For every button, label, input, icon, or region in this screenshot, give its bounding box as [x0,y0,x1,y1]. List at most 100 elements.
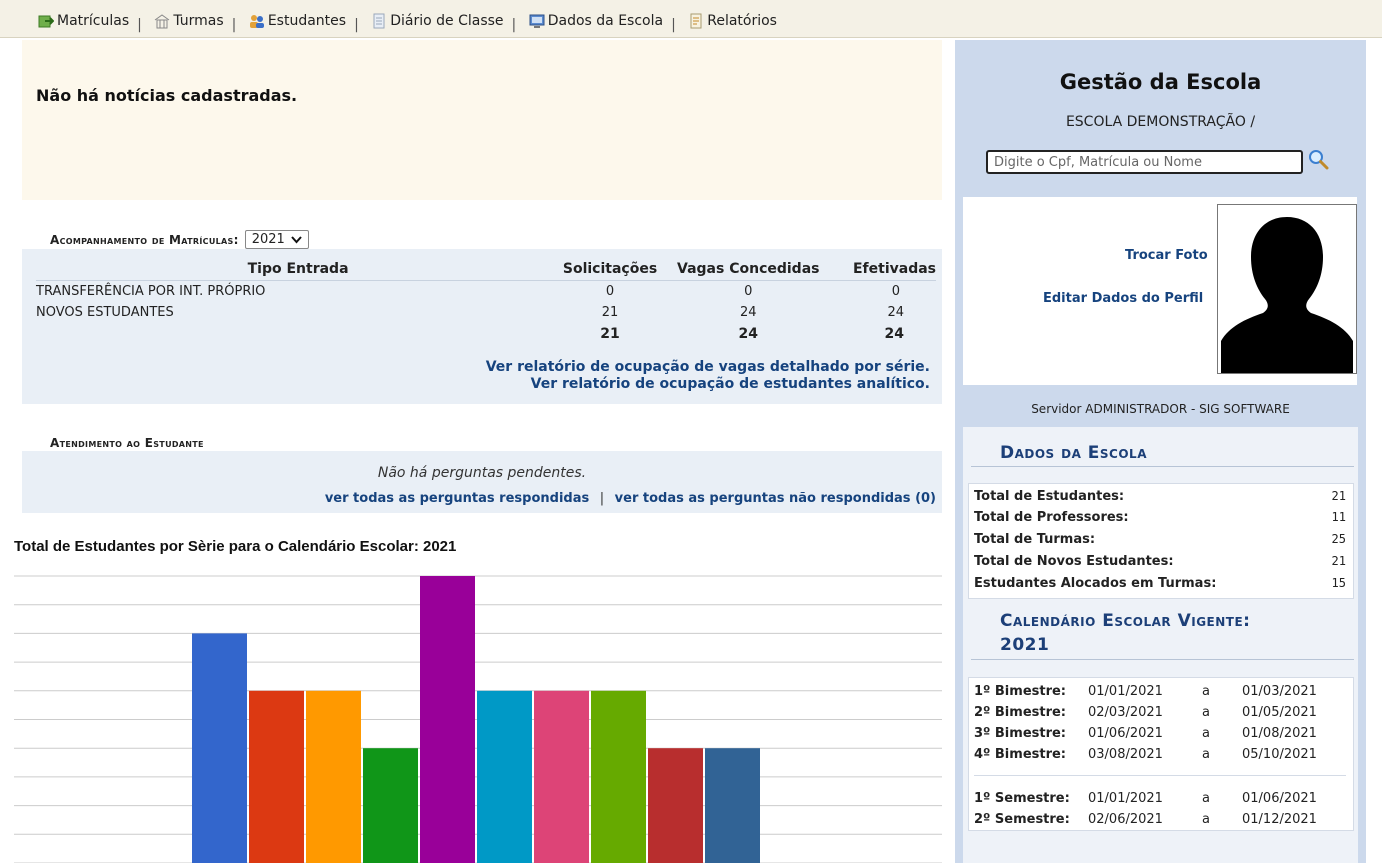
chart-bar[interactable] [420,576,475,863]
period-name: 2º Semestre: [974,812,1070,827]
change-photo-link[interactable]: Trocar Foto [1125,248,1208,263]
period-end: 01/06/2021 [1242,791,1317,806]
calendar-row: 2º Semestre: 02/06/2021 a 01/12/2021 [974,812,1352,830]
stat-value: 25 [1331,532,1346,546]
server-user-info: Servidor ADMINISTRADOR - SIG SOFTWARE [1031,402,1290,416]
calendar-row: 2º Bimestre: 02/03/2021 a 01/05/2021 [974,705,1352,723]
granted-count: 0 [744,284,753,299]
entry-type: NOVOS ESTUDANTES [36,305,174,320]
chart-bar[interactable] [477,690,532,863]
column-header: Efetivadas [836,259,936,281]
menu-separator: | [671,17,676,33]
unanswered-questions-link[interactable]: ver todas as perguntas não respondidas (… [615,491,936,506]
period-to: a [1202,812,1210,827]
divider [971,659,1354,660]
no-pending-message: Não há perguntas pendentes. [377,465,587,481]
period-start: 02/03/2021 [1088,705,1163,720]
search-input[interactable] [986,150,1303,174]
calendar-title: Calendário Escolar Vigente: 2021 [1000,609,1250,657]
chart-bar[interactable] [591,690,646,863]
table-row: TRANSFERÊNCIA POR INT. PRÓPRIO 0 0 0 [36,281,936,303]
chart-bar[interactable] [306,690,361,863]
granted-total: 24 [738,326,758,342]
entry-type: TRANSFERÊNCIA POR INT. PRÓPRIO [36,284,266,299]
chart-bar[interactable] [648,748,703,863]
granted-count: 24 [739,305,757,320]
stat-label: Total de Professores: [974,510,1129,525]
menu-label: Matrículas [57,13,130,29]
report-links: Ver relatório de ocupação de vagas detal… [486,359,930,393]
effective-total: 24 [884,326,904,342]
stat-row: Total de Turmas: 25 [974,532,1346,550]
chart-bar[interactable] [363,748,418,863]
top-menu: Matrículas | Turmas | Estudantes | Diári… [0,0,1382,38]
column-header: Vagas Concedidas [659,259,837,281]
period-end: 01/05/2021 [1242,705,1317,720]
enrollment-table: Tipo Entrada Solicitações Vagas Concedid… [36,259,936,345]
enrollment-panel: Tipo Entrada Solicitações Vagas Concedid… [22,249,942,404]
enrollment-header: Acompanhamento de Matrículas: 2021 [50,230,309,249]
link-separator: | [599,491,605,506]
chart-bar[interactable] [705,748,760,863]
period-to: a [1202,791,1210,806]
menu-separator: | [231,17,237,33]
table-row: NOVOS ESTUDANTES 21 24 24 [36,302,936,323]
school-name: ESCOLA DEMONSTRAÇÃO / [1065,114,1256,130]
period-to: a [1202,684,1210,699]
news-panel: Não há notícias cadastradas. [22,40,942,200]
menu-label: Relatórios [707,13,777,29]
year-select[interactable]: 2021 [244,230,309,249]
stat-row: Estudantes Alocados em Turmas: 15 [974,576,1346,594]
period-name: 1º Bimestre: [974,684,1067,699]
calendar-title-line2: 2021 [1000,635,1050,655]
school-data-panel: Dados da Escola Total de Estudantes: 21 T… [963,427,1358,863]
chart-bar[interactable] [192,633,247,863]
enroll-icon [38,15,54,28]
menu-dados-escola[interactable]: Dados da Escola [529,13,663,29]
year-select-value: 2021 [251,232,285,247]
period-name: 2º Bimestre: [974,705,1067,720]
chart-bar[interactable] [534,690,589,863]
period-start: 01/06/2021 [1088,726,1163,741]
menu-label: Dados da Escola [547,13,664,29]
divider [971,466,1354,467]
stat-row: Total de Novos Estudantes: 21 [974,554,1346,572]
period-to: a [1202,747,1210,762]
period-end: 01/03/2021 [1242,684,1317,699]
stat-label: Estudantes Alocados em Turmas: [974,576,1217,591]
stat-value: 21 [1331,554,1346,568]
column-header: Solicitações [560,259,660,281]
school-data-icon [529,14,545,28]
vacancy-report-link[interactable]: Ver relatório de ocupação de vagas detal… [486,359,930,376]
attendance-title: Atendimento ao Estudante [50,436,204,450]
period-end: 01/08/2021 [1242,726,1317,741]
chart-bar[interactable] [249,690,304,863]
stat-value: 15 [1331,576,1346,590]
menu-separator: | [354,17,359,33]
profile-card: Trocar Foto Editar Dados do Perfil [963,197,1357,385]
news-empty-message: Não há notícias cadastradas. [36,86,298,105]
calendar-row: 1º Semestre: 01/01/2021 a 01/06/2021 [974,791,1352,809]
students-report-link[interactable]: Ver relatório de ocupação de estudantes … [486,376,930,393]
search-icon[interactable] [1307,148,1329,170]
menu-matriculas[interactable]: Matrículas [38,13,129,29]
menu-relatorios[interactable]: Relatórios [688,13,777,29]
answered-questions-link[interactable]: ver todas as perguntas respondidas [325,491,589,506]
chevron-down-icon [291,235,302,243]
period-name: 1º Semestre: [974,791,1070,806]
students-icon [249,15,264,28]
period-start: 02/06/2021 [1088,812,1163,827]
school-stats: Total de Estudantes: 21 Total de Professo… [968,483,1354,599]
requests-count: 0 [605,284,615,299]
stat-value: 21 [1331,489,1346,503]
stat-label: Total de Turmas: [974,532,1096,547]
menu-diario[interactable]: Diário de Classe [371,13,504,29]
requests-total: 21 [600,326,620,342]
attendance-panel: Não há perguntas pendentes. ver todas as… [22,451,942,513]
edit-profile-link[interactable]: Editar Dados do Perfil [1043,291,1203,306]
menu-estudantes[interactable]: Estudantes [249,13,346,29]
menu-separator: | [511,17,517,33]
menu-label: Turmas [173,13,224,29]
menu-turmas[interactable]: Turmas [154,13,224,29]
classes-icon [155,14,170,29]
